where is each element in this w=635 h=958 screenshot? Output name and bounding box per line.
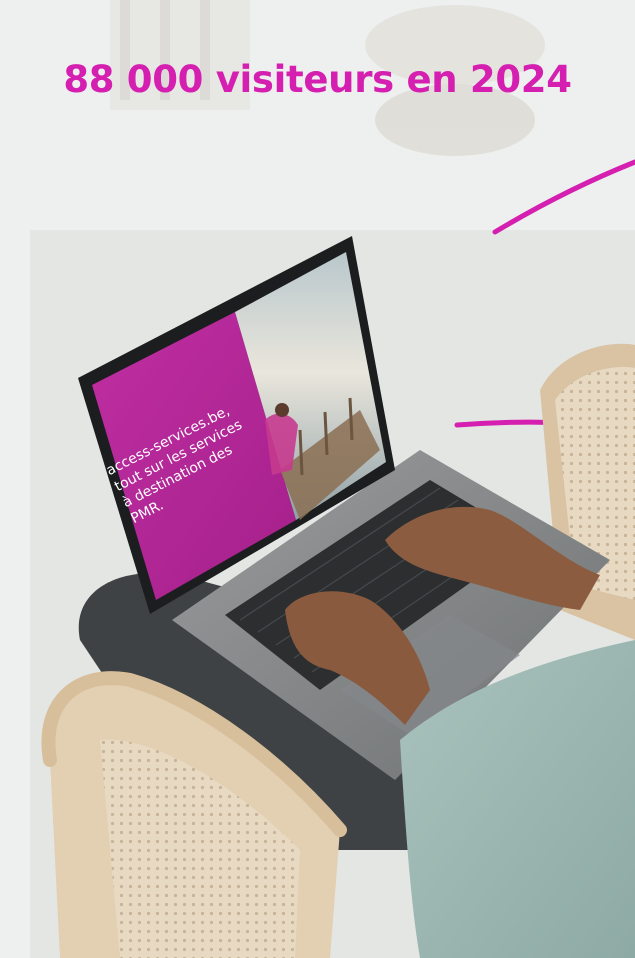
- photo-scene: access-services.be, tout sur les service…: [0, 0, 635, 958]
- headline: 88 000 visiteurs en 2024: [63, 58, 572, 101]
- photo-frame: access-services.be, tout sur les service…: [0, 0, 635, 958]
